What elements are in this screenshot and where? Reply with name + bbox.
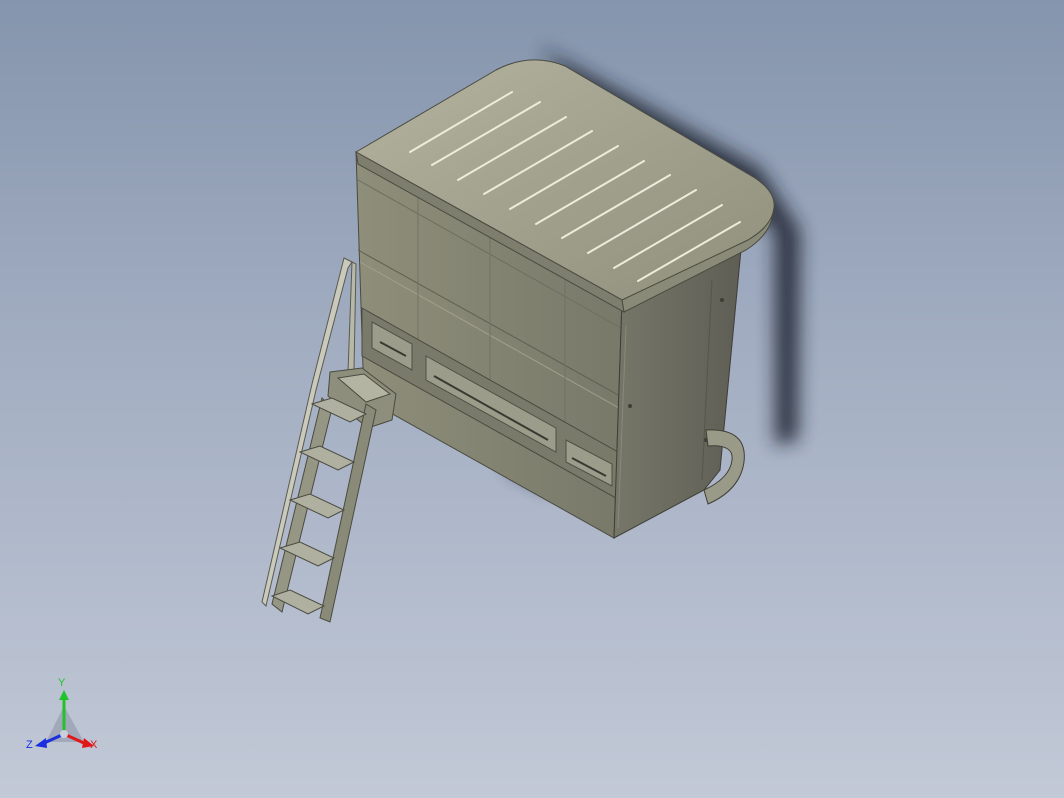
model-scene[interactable] xyxy=(0,0,1064,798)
x-axis-label: X xyxy=(90,739,98,751)
3d-viewport[interactable]: Y X Z xyxy=(0,0,1064,798)
z-axis-label: Z xyxy=(26,739,33,751)
y-axis-label: Y xyxy=(58,677,66,689)
axis-triad: Y X Z xyxy=(26,678,106,756)
